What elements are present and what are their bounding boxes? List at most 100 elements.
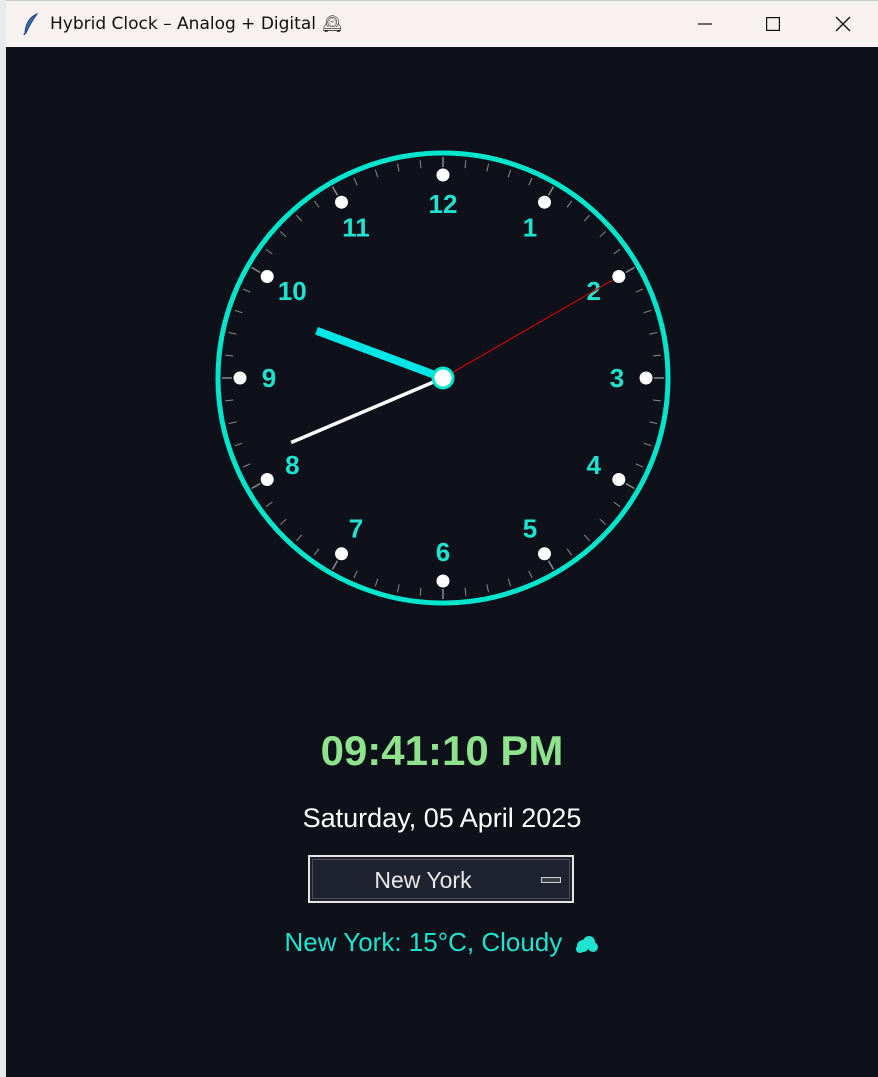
hour-dot: [612, 473, 626, 486]
minute-tick: [566, 200, 573, 208]
maximize-button[interactable]: [738, 1, 808, 47]
weather-line: New York: 15°C, Cloudy: [6, 927, 878, 961]
minute-tick: [419, 587, 422, 596]
hour-dot: [335, 195, 348, 209]
minute-tick: [649, 421, 658, 425]
hour-tick: [331, 560, 339, 570]
window-title: Hybrid Clock – Analog + Digital: [50, 14, 316, 34]
minute-tick: [265, 501, 273, 508]
minute-tick: [652, 399, 661, 402]
mantelpiece-clock-icon: 🕰: [321, 16, 343, 33]
weather-text: New York: 15°C, Cloudy: [284, 927, 563, 957]
minute-tick: [396, 584, 400, 593]
minute-tick: [643, 442, 652, 447]
hour-number: 6: [436, 537, 450, 567]
minute-tick: [643, 309, 652, 314]
hour-dot: [538, 195, 551, 209]
title-bar[interactable]: Hybrid Clock – Analog + Digital 🕰: [6, 1, 878, 47]
minute-tick: [464, 587, 467, 596]
minute-tick: [652, 354, 661, 357]
digital-time: 09:41:10 PM: [320, 727, 564, 774]
city-dropdown-value: New York: [374, 867, 472, 893]
minute-tick: [225, 399, 234, 402]
minute-tick: [464, 160, 467, 169]
hour-tick: [251, 266, 261, 274]
minute-tick: [528, 177, 533, 186]
app-window: Hybrid Clock – Analog + Digital 🕰 121234…: [6, 0, 878, 1077]
minimize-icon: [698, 23, 712, 25]
minute-tick: [228, 421, 237, 425]
minute-tick: [234, 442, 243, 447]
second-hand: [442, 279, 613, 379]
analog-clock: 121234567891011: [215, 150, 671, 606]
hour-dot: [260, 473, 274, 486]
minute-tick: [296, 534, 303, 542]
hour-number: 9: [262, 363, 276, 393]
hour-number: 7: [349, 514, 363, 544]
minute-tick: [279, 518, 287, 525]
maximize-icon: [766, 17, 780, 31]
minute-tick: [649, 331, 658, 335]
minute-tick: [242, 463, 251, 468]
hour-tick: [251, 482, 261, 490]
minute-tick: [583, 534, 590, 542]
hour-dot: [436, 574, 450, 588]
minute-tick: [635, 463, 644, 468]
minute-tick: [635, 288, 644, 293]
hour-dot: [612, 270, 626, 283]
minute-tick: [486, 584, 490, 593]
hour-tick: [547, 560, 555, 570]
hour-number: 3: [610, 363, 624, 393]
minute-tick: [353, 177, 358, 186]
minute-tick: [613, 248, 621, 255]
minute-tick: [265, 248, 273, 255]
hour-dot: [639, 371, 653, 385]
cloud-icon: [574, 930, 600, 961]
clock-center-hub: [431, 366, 455, 390]
dropdown-indicator-icon: [541, 877, 561, 883]
minute-tick: [599, 231, 607, 238]
close-icon: [835, 16, 851, 32]
minute-tick: [234, 309, 243, 314]
hour-tick: [625, 482, 635, 490]
minute-tick: [566, 548, 573, 556]
minute-hand: [290, 376, 444, 445]
minute-tick: [599, 518, 607, 525]
minute-tick: [583, 214, 590, 222]
hour-hand: [315, 326, 445, 382]
minute-tick: [528, 570, 533, 579]
hour-dot: [335, 547, 348, 561]
hour-tick: [625, 266, 635, 274]
hour-number: 10: [278, 276, 307, 306]
hour-dot: [260, 270, 274, 283]
city-dropdown[interactable]: New York: [308, 855, 574, 903]
hour-tick: [547, 186, 555, 196]
minute-tick: [296, 214, 303, 222]
hour-number: 12: [429, 189, 458, 219]
hour-dot: [436, 168, 450, 182]
minute-tick: [242, 288, 251, 293]
hour-number: 4: [586, 450, 601, 480]
minute-tick: [507, 578, 512, 587]
minute-tick: [279, 231, 287, 238]
feather-icon: [22, 12, 40, 36]
minute-tick: [228, 331, 237, 335]
minute-tick: [353, 570, 358, 579]
minute-tick: [313, 548, 320, 556]
hour-number: 8: [285, 450, 299, 480]
hour-dot: [538, 547, 551, 561]
minute-tick: [374, 578, 379, 587]
minute-tick: [225, 354, 234, 357]
minimize-button[interactable]: [670, 1, 740, 47]
close-button[interactable]: [808, 1, 878, 47]
hour-tick: [331, 186, 339, 196]
minute-tick: [374, 169, 379, 178]
hour-dot: [233, 371, 247, 385]
minute-tick: [313, 200, 320, 208]
date-label: Saturday, 05 April 2025: [302, 803, 582, 833]
hour-number: 5: [523, 514, 537, 544]
minute-tick: [507, 169, 512, 178]
hour-number: 1: [523, 212, 537, 242]
minute-tick: [419, 160, 422, 169]
minute-tick: [486, 163, 490, 172]
